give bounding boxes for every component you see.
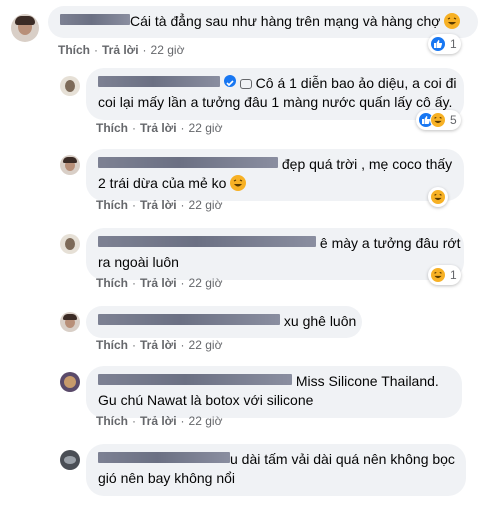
comment-bubble: Cái tà đẳng sau như hàng trên mạng và hà… [48, 6, 478, 38]
comment-bubble: xu ghê luôn [86, 306, 362, 338]
comment-bubble: u dài tấm vải dài quá nên không bọc gió … [86, 444, 466, 496]
reaction-summary[interactable]: 1 [428, 34, 461, 54]
redacted-author-name[interactable] [60, 14, 130, 25]
timestamp[interactable]: 22 giờ [151, 43, 185, 57]
comment-3: đẹp quá trời , mẹ coco thấy 2 trái dừa c… [0, 143, 498, 219]
comment-text: đẹp quá trời , mẹ coco thấy [281, 156, 453, 172]
timestamp[interactable]: 22 giờ [189, 338, 223, 352]
redacted-author-name[interactable] [98, 76, 220, 87]
comment-6: Miss Silicone Thailand. Gu chú Nawat là … [0, 362, 498, 438]
timestamp[interactable]: 22 giờ [189, 198, 223, 212]
redacted-author-name[interactable] [98, 236, 316, 247]
avatar[interactable] [60, 76, 80, 96]
comment-text: ê mày a tưởng đâu rớt [319, 235, 461, 251]
avatar[interactable] [60, 312, 80, 332]
redacted-author-name[interactable] [98, 157, 278, 168]
verified-badge-icon [223, 75, 236, 87]
comment-actions: Thích · Trả lời · 22 giờ [96, 414, 223, 428]
comment-text: u dài tấm vải dài quá nên không bọc [230, 451, 455, 467]
avatar[interactable] [60, 372, 80, 392]
like-link[interactable]: Thích [58, 43, 90, 57]
haha-icon [430, 112, 446, 128]
comment-line-1: đẹp quá trời , mẹ coco thấy [98, 155, 452, 174]
comment-line-1: Cô á 1 diễn bao ảo diệu, a coi đi [98, 74, 456, 93]
comment-line-2: 2 trái dừa của mẻ ko [98, 174, 452, 193]
comment-line-1: ê mày a tưởng đâu rớt [98, 234, 460, 253]
comment-7: u dài tấm vải dài quá nên không bọc gió … [0, 440, 498, 520]
reaction-summary[interactable]: 1 [428, 265, 461, 285]
comment-actions: Thích · Trả lời · 22 giờ [96, 198, 223, 212]
like-link[interactable]: Thích [96, 338, 128, 352]
comment-bubble: Miss Silicone Thailand. Gu chú Nawat là … [86, 366, 462, 418]
comment-line-2: coi lại mấy lần a tưởng đâu 1 màng nước … [98, 94, 453, 110]
comment-text: Cô á 1 diễn bao ảo diệu, a coi đi [255, 75, 457, 91]
comment-1: Cái tà đẳng sau như hàng trên mạng và hà… [0, 0, 498, 60]
reply-link[interactable]: Trả lời [140, 414, 177, 428]
haha-icon [430, 189, 446, 205]
redacted-author-name[interactable] [98, 452, 230, 463]
laughing-emoji-icon [230, 175, 247, 191]
comment-bubble: Cô á 1 diễn bao ảo diệu, a coi đi coi lạ… [86, 68, 464, 120]
comment-line-1: Miss Silicone Thailand. [98, 372, 450, 391]
comment-actions: Thích · Trả lời · 22 giờ [96, 338, 223, 352]
reply-link[interactable]: Trả lời [140, 121, 177, 135]
reaction-summary[interactable] [428, 187, 448, 207]
comment-actions: Thích · Trả lời · 22 giờ [96, 121, 223, 135]
comment-bubble: ê mày a tưởng đâu rớt ra ngoài luôn [86, 228, 464, 280]
comment-actions: Thích · Trả lời · 22 giờ [96, 276, 223, 290]
comment-actions: Thích · Trả lời · 22 giờ [58, 43, 185, 57]
avatar[interactable] [60, 450, 80, 470]
reply-link[interactable]: Trả lời [140, 276, 177, 290]
reaction-summary[interactable]: 5 [416, 110, 461, 130]
redacted-author-name[interactable] [98, 314, 280, 325]
like-link[interactable]: Thích [96, 414, 128, 428]
comment-text: Miss Silicone Thailand. [295, 373, 439, 389]
reply-link[interactable]: Trả lời [102, 43, 139, 57]
comment-line-2: gió nên bay không nổi [98, 470, 235, 486]
timestamp[interactable]: 22 giờ [189, 121, 223, 135]
comment-2: Cô á 1 diễn bao ảo diệu, a coi đi coi lạ… [0, 62, 498, 140]
redacted-author-name[interactable] [98, 374, 292, 385]
avatar[interactable] [11, 14, 39, 42]
timestamp[interactable]: 22 giờ [189, 276, 223, 290]
like-link[interactable]: Thích [96, 198, 128, 212]
comment-text: Cái tà đẳng sau như hàng trên mạng và hà… [130, 13, 441, 29]
reaction-count: 1 [450, 268, 457, 282]
avatar[interactable] [60, 155, 80, 175]
reaction-count: 1 [450, 37, 457, 51]
like-icon [430, 36, 446, 52]
comment-4: ê mày a tưởng đâu rớt ra ngoài luôn 1 Th… [0, 222, 498, 298]
timestamp[interactable]: 22 giờ [189, 414, 223, 428]
like-link[interactable]: Thích [96, 276, 128, 290]
reaction-count: 5 [450, 113, 457, 127]
comment-bubble: đẹp quá trời , mẹ coco thấy 2 trái dừa c… [86, 149, 464, 201]
comment-text: xu ghê luôn [283, 313, 357, 329]
comment-5: xu ghê luôn Thích · Trả lời · 22 giờ [0, 304, 498, 360]
comment-line-2: ra ngoài luôn [98, 254, 179, 270]
like-link[interactable]: Thích [96, 121, 128, 135]
avatar[interactable] [60, 234, 80, 254]
reply-link[interactable]: Trả lời [140, 198, 177, 212]
reply-link[interactable]: Trả lời [140, 338, 177, 352]
chat-icon [239, 79, 252, 89]
haha-icon [430, 267, 446, 283]
comment-line-2: Gu chú Nawat là botox với silicone [98, 392, 314, 408]
laughing-emoji-icon [444, 13, 461, 29]
comment-line-1: u dài tấm vải dài quá nên không bọc [98, 450, 455, 469]
